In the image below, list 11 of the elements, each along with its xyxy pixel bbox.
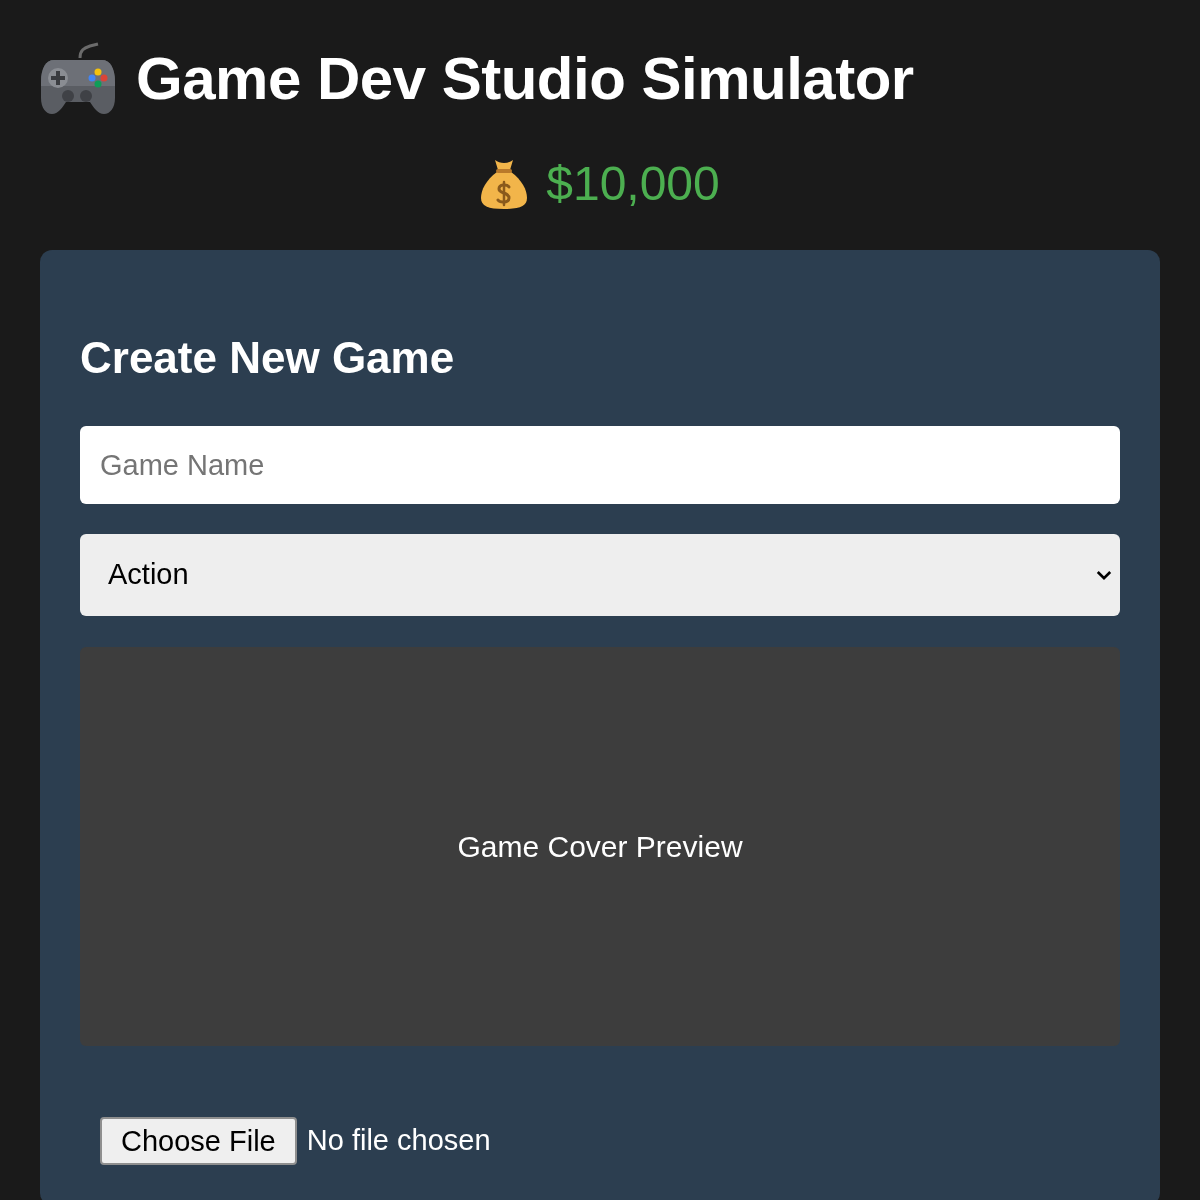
card-title: Create New Game xyxy=(80,332,456,384)
game-name-field[interactable]: Game Name xyxy=(80,426,1120,504)
choose-file-button[interactable]: Choose File xyxy=(100,1117,297,1165)
gamepad-icon xyxy=(40,42,116,116)
genre-select[interactable]: Action xyxy=(80,534,1120,616)
app-title: Game Dev Studio Simulator xyxy=(136,49,914,109)
chevron-down-icon xyxy=(1096,569,1112,581)
cover-preview-label: Game Cover Preview xyxy=(457,829,743,865)
money-balance: $10,000 xyxy=(546,160,720,208)
money-bag-icon xyxy=(480,158,529,210)
file-status-text: No file chosen xyxy=(306,1123,491,1159)
